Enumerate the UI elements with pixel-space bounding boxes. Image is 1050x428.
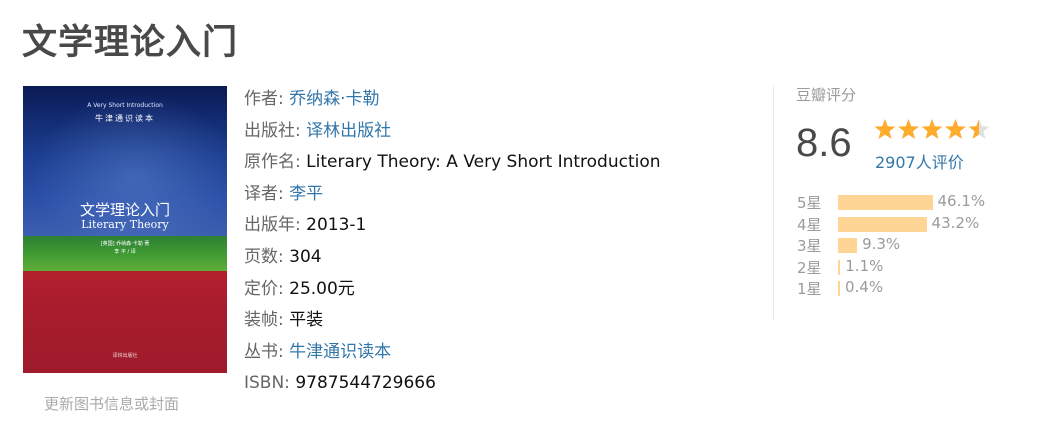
rating-dist-percent: 9.3% [862, 235, 901, 253]
info-row-publisher: 出版社: 译林出版社 [244, 116, 661, 148]
cover-publisher: 译林出版社 [112, 353, 138, 359]
binding-label: 装帧: [244, 310, 284, 331]
translator-link[interactable]: 李平 [289, 184, 323, 204]
price-label: 定价: [244, 278, 284, 299]
rating-dist-percent: 43.2% [931, 213, 980, 232]
update-book-info-link[interactable]: 更新图书信息或封面 [44, 393, 179, 414]
cover-title-en: Literary Theory [81, 218, 169, 231]
rating-dist-label: 4星 [797, 215, 822, 234]
info-row-pages: 页数: 304 [244, 242, 661, 274]
info-row-binding: 装帧: 平装 [244, 305, 661, 337]
binding-value: 平装 [289, 310, 324, 331]
rating-dist-bar [838, 259, 841, 275]
rating-title: 豆瓣评分 [796, 86, 857, 104]
cover-translator: 李 平 / 译 [114, 249, 136, 255]
star-icon [945, 119, 966, 139]
rating-score: 8.6 [796, 121, 852, 165]
info-row-series: 丛书: 牛津通识读本 [244, 337, 661, 369]
pages-label: 页数: [244, 246, 284, 267]
rating-dist-bar [838, 281, 840, 296]
author-link[interactable]: 乔纳森·卡勒 [289, 89, 379, 109]
series-label: 丛书: [244, 341, 284, 362]
rating-dist-bar [838, 195, 933, 210]
pub-year-label: 出版年: [244, 215, 301, 236]
cover-series-cn: 牛津通识读本 [95, 114, 155, 123]
original-title-value: Literary Theory: A Very Short Introducti… [306, 152, 661, 173]
cover-series-en: A Very Short Introduction [87, 102, 163, 109]
info-row-pub-year: 出版年: 2013-1 [244, 210, 661, 242]
rating-dist-percent: 0.4% [845, 278, 884, 296]
isbn-value: 9787544729666 [295, 373, 436, 394]
rating-dist-percent: 46.1% [937, 192, 986, 210]
rating-dist-label: 3星 [797, 237, 822, 255]
rating-divider [773, 86, 774, 320]
rating-dist-label: 5星 [797, 194, 822, 212]
isbn-label: ISBN: [244, 373, 290, 394]
pub-year-value: 2013-1 [306, 215, 367, 236]
rating-stars-icon [874, 119, 990, 139]
book-cover[interactable]: A Very Short Introduction 牛津通识读本 文学理论入门 … [23, 86, 227, 373]
info-row-isbn: ISBN: 9787544729666 [244, 368, 661, 400]
rating-dist-label: 2星 [797, 258, 822, 277]
info-row-author: 作者: 乔纳森·卡勒 [244, 84, 661, 116]
star-icon [921, 119, 943, 139]
info-row-translator: 译者: 李平 [244, 179, 661, 211]
cover-author: [英国] 乔纳森·卡勒 著 [100, 241, 150, 247]
star-icon [898, 119, 919, 139]
rating-dist-bar [838, 216, 927, 232]
info-row-original-title: 原作名: Literary Theory: A Very Short Intro… [244, 147, 661, 179]
publisher-link[interactable]: 译林出版社 [306, 121, 391, 141]
pages-value: 304 [289, 246, 322, 267]
rating-dist-bar [838, 238, 858, 253]
series-link[interactable]: 牛津通识读本 [289, 342, 391, 362]
info-row-price: 定价: 25.00元 [244, 274, 661, 306]
author-label: 作者: [244, 89, 284, 109]
rating-dist-label: 1星 [797, 280, 822, 298]
rating-count-link[interactable]: 2907人评价 [875, 149, 964, 173]
book-info: 作者: 乔纳森·卡勒 出版社: 译林出版社 原作名: Literary Theo… [244, 84, 661, 400]
cover-title-cn: 文学理论入门 [79, 201, 170, 219]
star-icon [874, 119, 896, 139]
publisher-label: 出版社: [244, 120, 301, 141]
original-title-label: 原作名: [244, 152, 301, 173]
translator-label: 译者: [244, 183, 284, 204]
rating-dist-percent: 1.1% [845, 256, 884, 275]
book-title: 文学理论入门 [22, 23, 239, 63]
star-icon [968, 119, 990, 139]
price-value: 25.00元 [289, 278, 355, 299]
